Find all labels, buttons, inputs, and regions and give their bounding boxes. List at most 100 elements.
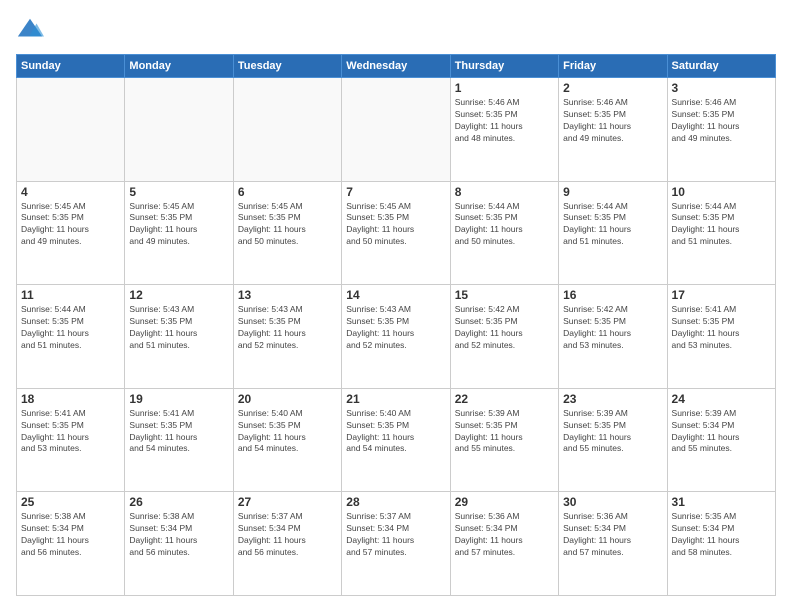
day-number: 31 — [672, 495, 771, 509]
day-info: Sunrise: 5:44 AM Sunset: 5:35 PM Dayligh… — [672, 201, 771, 249]
logo-icon — [16, 16, 44, 44]
day-info: Sunrise: 5:42 AM Sunset: 5:35 PM Dayligh… — [563, 304, 662, 352]
calendar-cell: 17 Sunrise: 5:41 AM Sunset: 5:35 PM Dayli… — [667, 285, 775, 389]
day-number: 27 — [238, 495, 337, 509]
calendar-cell: 7 Sunrise: 5:45 AM Sunset: 5:35 PM Daylig… — [342, 181, 450, 285]
calendar-cell: 11 Sunrise: 5:44 AM Sunset: 5:35 PM Dayli… — [17, 285, 125, 389]
calendar-cell: 23 Sunrise: 5:39 AM Sunset: 5:35 PM Dayli… — [559, 388, 667, 492]
calendar-cell: 4 Sunrise: 5:45 AM Sunset: 5:35 PM Daylig… — [17, 181, 125, 285]
day-number: 6 — [238, 185, 337, 199]
weekday-header-sunday: Sunday — [17, 55, 125, 78]
calendar-cell: 13 Sunrise: 5:43 AM Sunset: 5:35 PM Dayli… — [233, 285, 341, 389]
week-row-3: 11 Sunrise: 5:44 AM Sunset: 5:35 PM Dayli… — [17, 285, 776, 389]
day-info: Sunrise: 5:44 AM Sunset: 5:35 PM Dayligh… — [21, 304, 120, 352]
day-info: Sunrise: 5:38 AM Sunset: 5:34 PM Dayligh… — [129, 511, 228, 559]
calendar-cell: 31 Sunrise: 5:35 AM Sunset: 5:34 PM Dayli… — [667, 492, 775, 596]
calendar-cell: 8 Sunrise: 5:44 AM Sunset: 5:35 PM Daylig… — [450, 181, 558, 285]
weekday-header-thursday: Thursday — [450, 55, 558, 78]
day-number: 15 — [455, 288, 554, 302]
day-info: Sunrise: 5:40 AM Sunset: 5:35 PM Dayligh… — [346, 408, 445, 456]
calendar-cell: 26 Sunrise: 5:38 AM Sunset: 5:34 PM Dayli… — [125, 492, 233, 596]
weekday-header-tuesday: Tuesday — [233, 55, 341, 78]
day-info: Sunrise: 5:36 AM Sunset: 5:34 PM Dayligh… — [455, 511, 554, 559]
day-info: Sunrise: 5:37 AM Sunset: 5:34 PM Dayligh… — [346, 511, 445, 559]
day-info: Sunrise: 5:38 AM Sunset: 5:34 PM Dayligh… — [21, 511, 120, 559]
day-number: 7 — [346, 185, 445, 199]
day-info: Sunrise: 5:39 AM Sunset: 5:35 PM Dayligh… — [455, 408, 554, 456]
day-number: 24 — [672, 392, 771, 406]
calendar-cell: 21 Sunrise: 5:40 AM Sunset: 5:35 PM Dayli… — [342, 388, 450, 492]
day-number: 16 — [563, 288, 662, 302]
calendar-cell: 22 Sunrise: 5:39 AM Sunset: 5:35 PM Dayli… — [450, 388, 558, 492]
calendar-cell: 2 Sunrise: 5:46 AM Sunset: 5:35 PM Daylig… — [559, 78, 667, 182]
day-info: Sunrise: 5:43 AM Sunset: 5:35 PM Dayligh… — [129, 304, 228, 352]
day-info: Sunrise: 5:36 AM Sunset: 5:34 PM Dayligh… — [563, 511, 662, 559]
calendar-cell: 3 Sunrise: 5:46 AM Sunset: 5:35 PM Daylig… — [667, 78, 775, 182]
day-info: Sunrise: 5:41 AM Sunset: 5:35 PM Dayligh… — [129, 408, 228, 456]
day-number: 13 — [238, 288, 337, 302]
day-number: 20 — [238, 392, 337, 406]
day-number: 11 — [21, 288, 120, 302]
day-number: 3 — [672, 81, 771, 95]
calendar-cell: 15 Sunrise: 5:42 AM Sunset: 5:35 PM Dayli… — [450, 285, 558, 389]
calendar-cell — [17, 78, 125, 182]
calendar-cell: 29 Sunrise: 5:36 AM Sunset: 5:34 PM Dayli… — [450, 492, 558, 596]
day-info: Sunrise: 5:44 AM Sunset: 5:35 PM Dayligh… — [455, 201, 554, 249]
day-number: 5 — [129, 185, 228, 199]
day-info: Sunrise: 5:46 AM Sunset: 5:35 PM Dayligh… — [563, 97, 662, 145]
day-number: 25 — [21, 495, 120, 509]
day-number: 17 — [672, 288, 771, 302]
calendar-cell: 27 Sunrise: 5:37 AM Sunset: 5:34 PM Dayli… — [233, 492, 341, 596]
day-info: Sunrise: 5:39 AM Sunset: 5:35 PM Dayligh… — [563, 408, 662, 456]
day-number: 2 — [563, 81, 662, 95]
calendar-cell: 20Sunrise: 5:40 AM Sunset: 5:35 PM Dayli… — [233, 388, 341, 492]
day-info: Sunrise: 5:45 AM Sunset: 5:35 PM Dayligh… — [238, 201, 337, 249]
day-info: Sunrise: 5:39 AM Sunset: 5:34 PM Dayligh… — [672, 408, 771, 456]
calendar-cell: 25 Sunrise: 5:38 AM Sunset: 5:34 PM Dayli… — [17, 492, 125, 596]
day-info: Sunrise: 5:46 AM Sunset: 5:35 PM Dayligh… — [455, 97, 554, 145]
calendar-table: SundayMondayTuesdayWednesdayThursdayFrid… — [16, 54, 776, 596]
day-number: 23 — [563, 392, 662, 406]
day-number: 29 — [455, 495, 554, 509]
day-info: Sunrise: 5:37 AM Sunset: 5:34 PM Dayligh… — [238, 511, 337, 559]
day-number: 9 — [563, 185, 662, 199]
calendar-cell: 28 Sunrise: 5:37 AM Sunset: 5:34 PM Dayli… — [342, 492, 450, 596]
day-number: 12 — [129, 288, 228, 302]
day-info: Sunrise: 5:35 AM Sunset: 5:34 PM Dayligh… — [672, 511, 771, 559]
logo — [16, 16, 48, 44]
day-info: Sunrise: 5:43 AM Sunset: 5:35 PM Dayligh… — [238, 304, 337, 352]
week-row-5: 25 Sunrise: 5:38 AM Sunset: 5:34 PM Dayli… — [17, 492, 776, 596]
week-row-4: 18 Sunrise: 5:41 AM Sunset: 5:35 PM Dayli… — [17, 388, 776, 492]
weekday-header-friday: Friday — [559, 55, 667, 78]
day-number: 30 — [563, 495, 662, 509]
weekday-header-row: SundayMondayTuesdayWednesdayThursdayFrid… — [17, 55, 776, 78]
day-number: 18 — [21, 392, 120, 406]
calendar-cell: 18Sunrise: 5:41 AM Sunset: 5:35 PM Dayli… — [17, 388, 125, 492]
calendar-cell: 1 Sunrise: 5:46 AM Sunset: 5:35 PM Daylig… — [450, 78, 558, 182]
weekday-header-monday: Monday — [125, 55, 233, 78]
day-info: Sunrise: 5:45 AM Sunset: 5:35 PM Dayligh… — [21, 201, 120, 249]
calendar-cell: 10Sunrise: 5:44 AM Sunset: 5:35 PM Dayli… — [667, 181, 775, 285]
day-number: 8 — [455, 185, 554, 199]
calendar-cell — [342, 78, 450, 182]
weekday-header-saturday: Saturday — [667, 55, 775, 78]
calendar-cell: 14Sunrise: 5:43 AM Sunset: 5:35 PM Dayli… — [342, 285, 450, 389]
day-number: 1 — [455, 81, 554, 95]
day-info: Sunrise: 5:44 AM Sunset: 5:35 PM Dayligh… — [563, 201, 662, 249]
day-number: 19 — [129, 392, 228, 406]
day-info: Sunrise: 5:45 AM Sunset: 5:35 PM Dayligh… — [129, 201, 228, 249]
page: SundayMondayTuesdayWednesdayThursdayFrid… — [0, 0, 792, 612]
day-number: 21 — [346, 392, 445, 406]
header — [16, 16, 776, 44]
day-number: 26 — [129, 495, 228, 509]
calendar-cell: 16 Sunrise: 5:42 AM Sunset: 5:35 PM Dayli… — [559, 285, 667, 389]
day-info: Sunrise: 5:45 AM Sunset: 5:35 PM Dayligh… — [346, 201, 445, 249]
day-info: Sunrise: 5:43 AM Sunset: 5:35 PM Dayligh… — [346, 304, 445, 352]
day-info: Sunrise: 5:41 AM Sunset: 5:35 PM Dayligh… — [672, 304, 771, 352]
day-number: 28 — [346, 495, 445, 509]
calendar-cell: 12 Sunrise: 5:43 AM Sunset: 5:35 PM Dayli… — [125, 285, 233, 389]
day-info: Sunrise: 5:42 AM Sunset: 5:35 PM Dayligh… — [455, 304, 554, 352]
day-number: 22 — [455, 392, 554, 406]
day-info: Sunrise: 5:46 AM Sunset: 5:35 PM Dayligh… — [672, 97, 771, 145]
day-number: 4 — [21, 185, 120, 199]
